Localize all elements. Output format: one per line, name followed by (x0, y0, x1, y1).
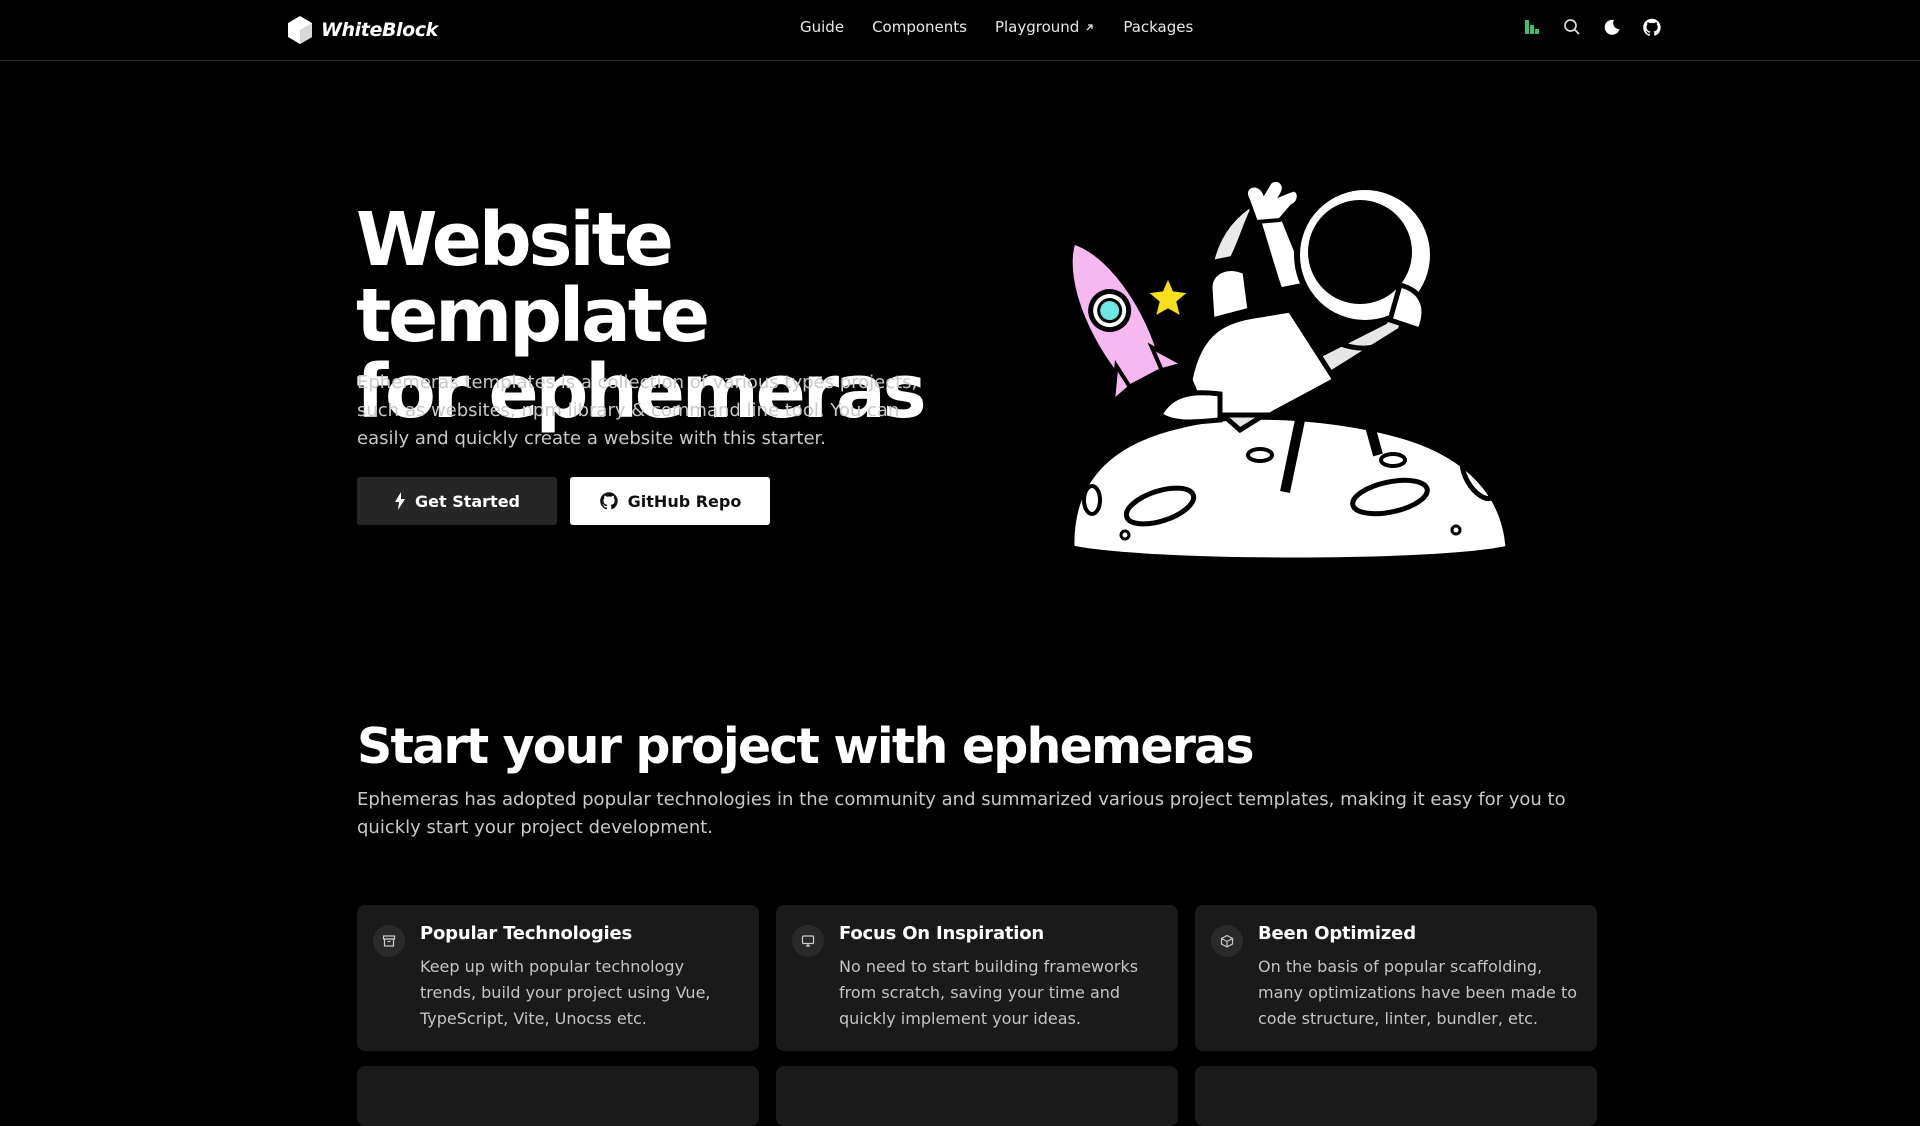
get-started-button[interactable]: Get Started (357, 477, 557, 525)
feature-card-title: Focus On Inspiration (839, 923, 1045, 944)
nav-link-packages[interactable]: Packages (1123, 18, 1193, 36)
hexagon-logo-icon (288, 16, 312, 44)
brand-name: WhiteBlock (321, 19, 438, 41)
feature-card-row2-1 (357, 1066, 759, 1126)
get-started-label: Get Started (414, 491, 520, 511)
feature-card-text: On the basis of popular scaffolding, man… (1258, 957, 1578, 1028)
github-icon (599, 492, 618, 510)
features-title: Start your project with ephemeras (357, 718, 1255, 775)
feature-card-row2-3 (1195, 1066, 1597, 1126)
astronaut-illustration (1067, 180, 1511, 563)
nav-link-playground[interactable]: Playground (995, 18, 1095, 36)
brand-logo-link[interactable]: WhiteBlock (287, 14, 438, 46)
feature-card-text: Keep up with popular technology trends, … (420, 957, 711, 1028)
archive-icon (373, 925, 405, 957)
feature-card-focus-on-inspiration: Focus On Inspiration No need to start bu… (776, 905, 1178, 1051)
astronaut-shape (1156, 180, 1436, 425)
feature-card-title: Popular Technologies (420, 923, 632, 944)
feature-card-row2-2 (776, 1066, 1178, 1126)
features-description: Ephemeras has adopted popular technologi… (357, 789, 1566, 838)
stackblitz-icon[interactable] (1522, 17, 1542, 37)
search-icon[interactable] (1562, 17, 1582, 37)
main-menu: Guide Components Playground Packages (800, 18, 1193, 36)
github-icon[interactable] (1642, 17, 1662, 37)
monitor-icon (792, 925, 824, 957)
github-repo-button[interactable]: GitHub Repo (570, 477, 770, 525)
external-link-icon (1086, 23, 1093, 30)
hero-title-line1: Website template (356, 197, 710, 359)
bolt-icon (394, 492, 405, 510)
feature-card-text: No need to start building frameworks fro… (839, 957, 1139, 1028)
moon-icon[interactable] (1602, 17, 1622, 37)
feature-card-title: Been Optimized (1258, 923, 1416, 944)
hero-description: Ephemeras templates is a collection of v… (357, 372, 918, 449)
feature-card-been-optimized: Been Optimized On the basis of popular s… (1195, 905, 1597, 1051)
github-repo-label: GitHub Repo (627, 491, 742, 511)
nav-icon-group (1522, 17, 1662, 37)
top-navbar: WhiteBlock Guide Components Playground P… (0, 0, 1920, 61)
nav-link-guide[interactable]: Guide (800, 18, 844, 36)
feature-card-popular-technologies: Popular Technologies Keep up with popula… (357, 905, 759, 1051)
nav-link-playground-label: Playground (994, 18, 1080, 36)
cube-icon (1211, 925, 1243, 957)
nav-link-components[interactable]: Components (872, 18, 967, 36)
